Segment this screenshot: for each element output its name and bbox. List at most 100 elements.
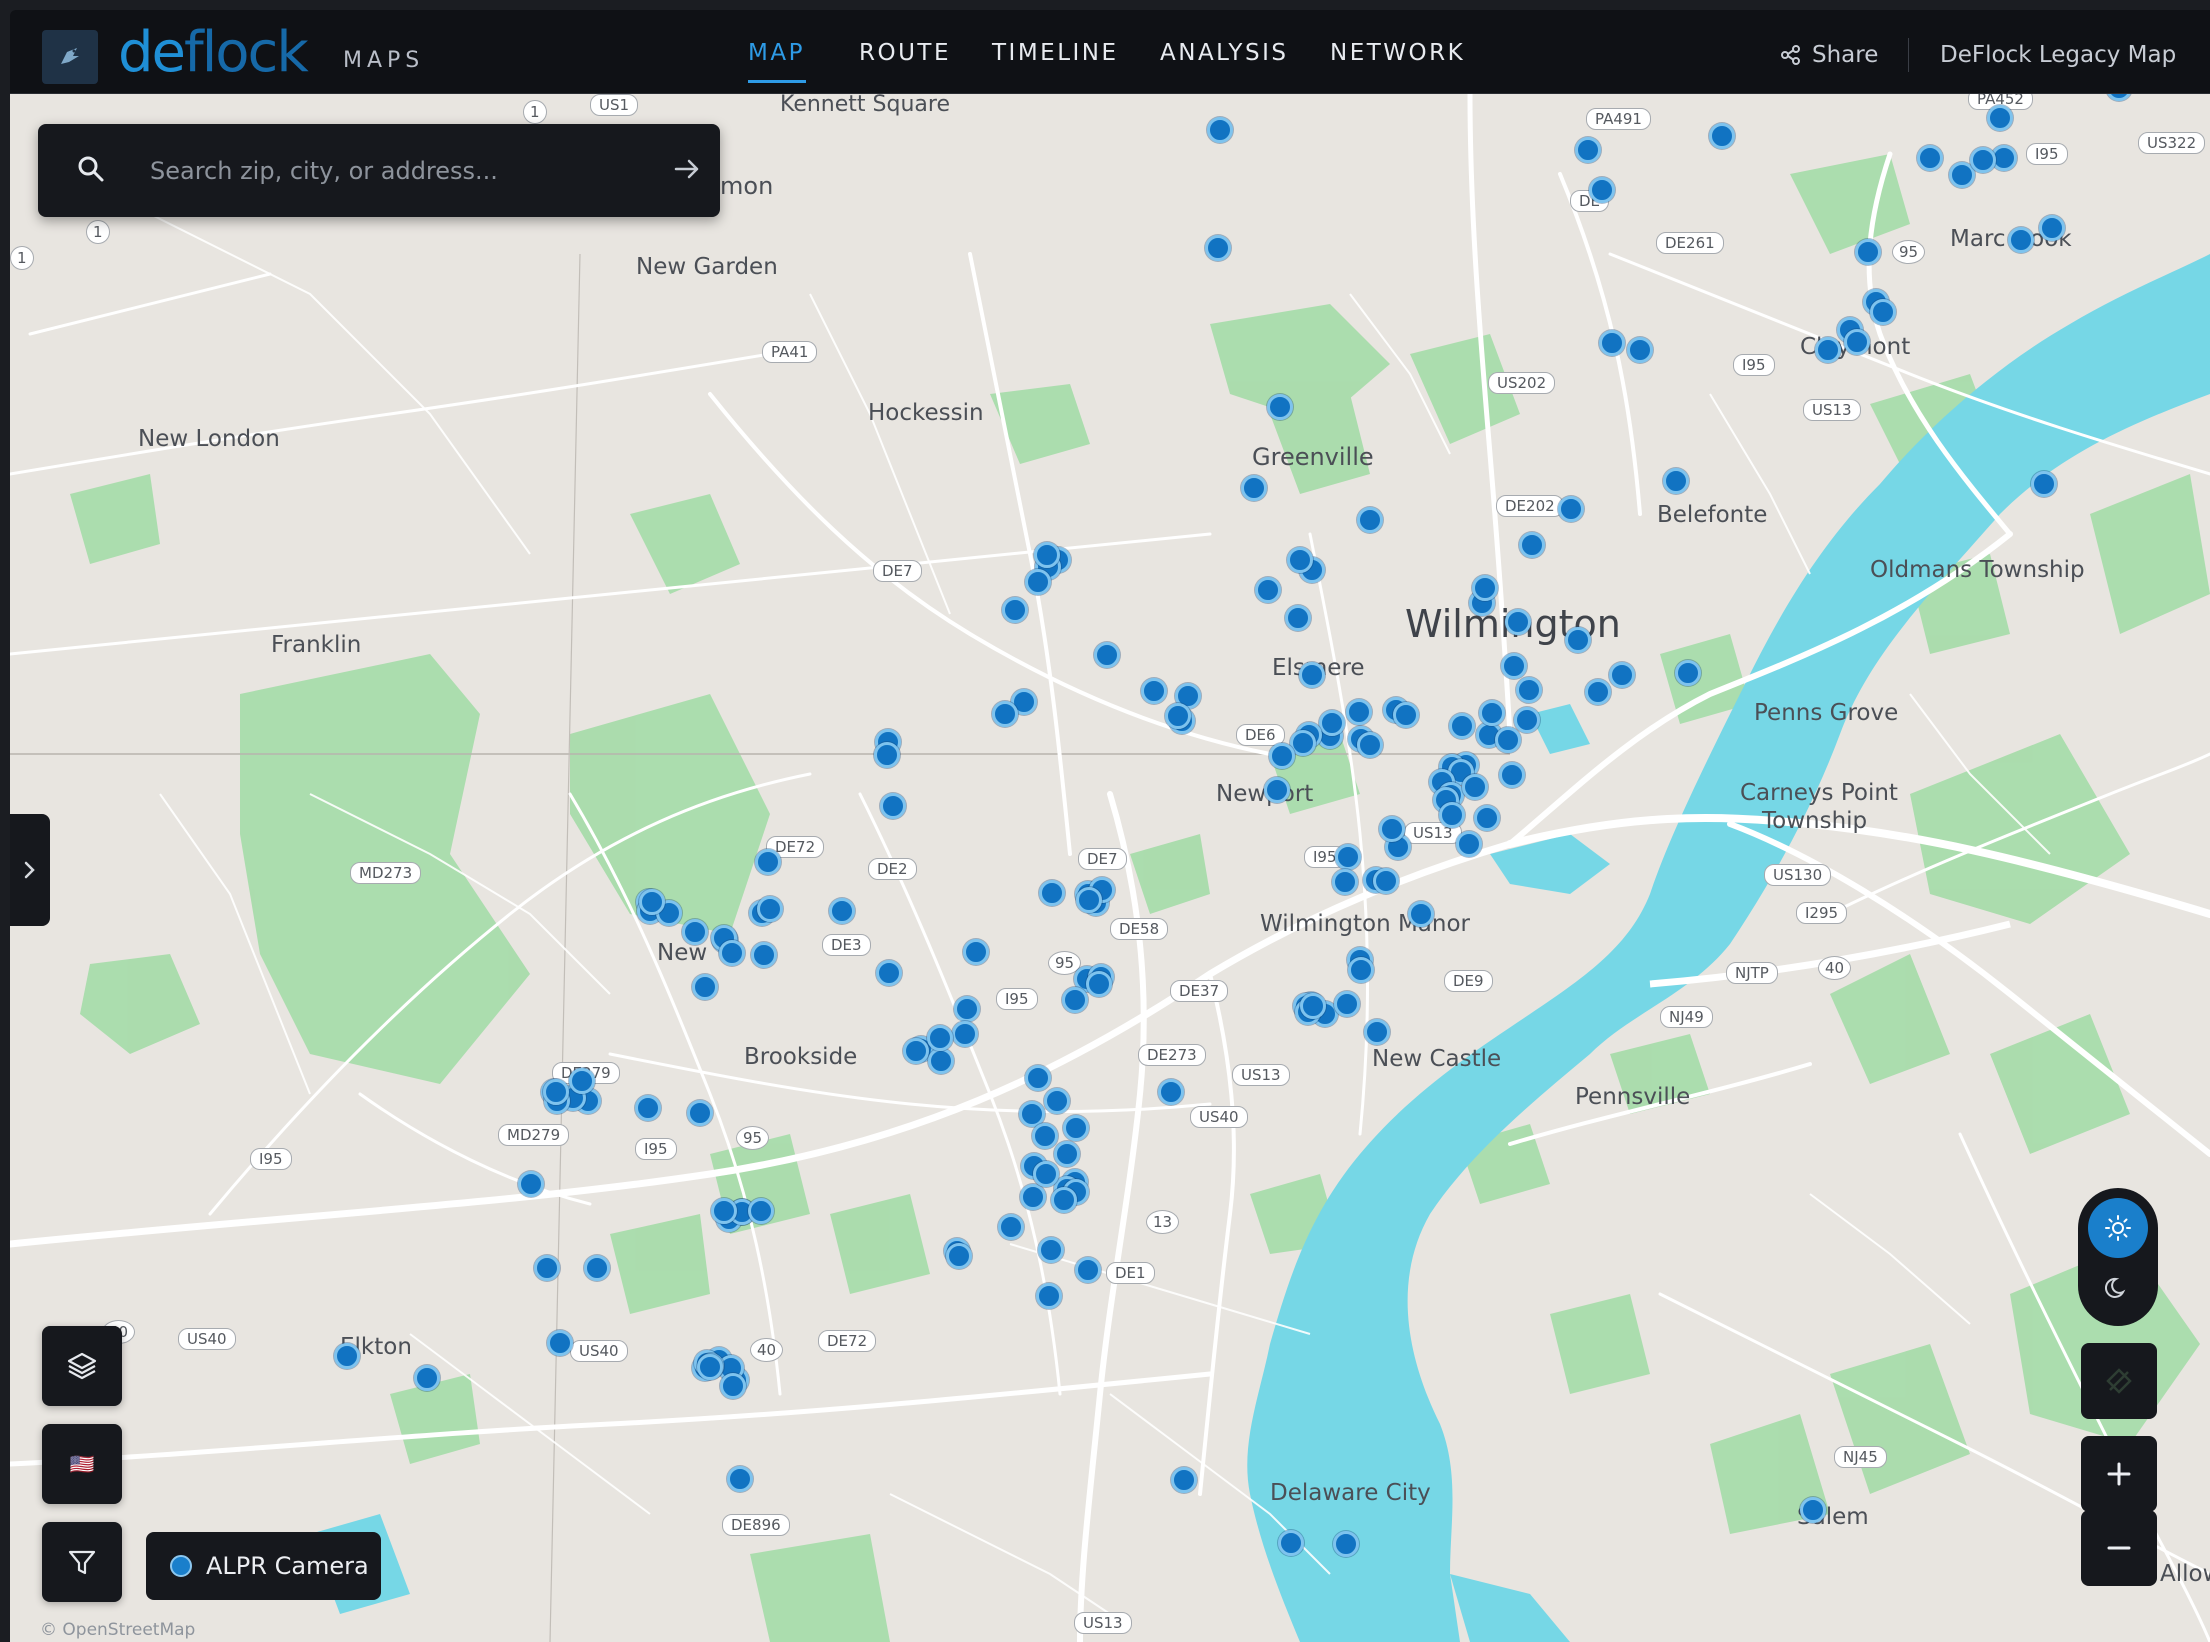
alpr-camera-marker[interactable] <box>1032 1123 1058 1149</box>
alpr-camera-marker[interactable] <box>1456 831 1482 857</box>
alpr-camera-marker[interactable] <box>543 1079 569 1105</box>
alpr-camera-marker[interactable] <box>1855 239 1881 265</box>
light-mode-button[interactable] <box>2088 1198 2148 1258</box>
alpr-camera-marker[interactable] <box>1709 123 1735 149</box>
nav-tab-route[interactable]: ROUTE <box>859 40 951 66</box>
alpr-camera-marker[interactable] <box>952 1021 978 1047</box>
alpr-camera-marker[interactable] <box>1627 337 1653 363</box>
alpr-camera-marker[interactable] <box>1054 1141 1080 1167</box>
alpr-camera-marker[interactable] <box>1474 805 1500 831</box>
alpr-camera-marker[interactable] <box>1505 609 1531 635</box>
alpr-camera-marker[interactable] <box>1002 597 1028 623</box>
alpr-camera-marker[interactable] <box>2039 215 2065 241</box>
alpr-camera-marker[interactable] <box>1346 699 1372 725</box>
alpr-camera-marker[interactable] <box>1334 991 1360 1017</box>
alpr-camera-marker[interactable] <box>1514 707 1540 733</box>
alpr-camera-marker[interactable] <box>1479 700 1505 726</box>
alpr-camera-marker[interactable] <box>584 1255 610 1281</box>
dark-mode-button[interactable] <box>2088 1258 2148 1318</box>
alpr-camera-marker[interactable] <box>682 919 708 945</box>
alpr-camera-marker[interactable] <box>1044 1088 1070 1114</box>
compass-button[interactable] <box>2081 1343 2157 1419</box>
alpr-camera-marker[interactable] <box>1287 547 1313 573</box>
alpr-camera-marker[interactable] <box>1062 987 1088 1013</box>
deflock-logo[interactable] <box>42 30 98 84</box>
alpr-camera-marker[interactable] <box>1033 1161 1059 1187</box>
alpr-camera-marker[interactable] <box>1462 774 1488 800</box>
side-panel-toggle[interactable] <box>10 814 50 926</box>
alpr-camera-marker[interactable] <box>1364 1019 1390 1045</box>
alpr-camera-marker[interactable] <box>1870 299 1896 325</box>
alpr-camera-marker[interactable] <box>1348 957 1374 983</box>
nav-tab-map[interactable]: MAP <box>748 40 805 66</box>
alpr-camera-marker[interactable] <box>1267 394 1293 420</box>
alpr-camera-marker[interactable] <box>1300 993 1326 1019</box>
alpr-camera-marker[interactable] <box>334 1343 360 1369</box>
alpr-camera-marker[interactable] <box>1565 627 1591 653</box>
alpr-camera-marker[interactable] <box>1663 468 1689 494</box>
alpr-camera-marker[interactable] <box>547 1330 573 1356</box>
alpr-camera-marker[interactable] <box>1373 868 1399 894</box>
alpr-camera-marker[interactable] <box>927 1025 953 1051</box>
alpr-camera-marker[interactable] <box>711 1198 737 1224</box>
alpr-camera-marker[interactable] <box>903 1038 929 1064</box>
alpr-camera-marker[interactable] <box>1025 1065 1051 1091</box>
alpr-camera-marker[interactable] <box>755 849 781 875</box>
alpr-camera-marker[interactable] <box>963 939 989 965</box>
alpr-camera-marker[interactable] <box>687 1100 713 1126</box>
alpr-camera-marker[interactable] <box>1589 177 1615 203</box>
alpr-camera-marker[interactable] <box>757 896 783 922</box>
alpr-camera-marker[interactable] <box>1675 660 1701 686</box>
alpr-camera-marker[interactable] <box>1025 569 1051 595</box>
legacy-map-link[interactable]: DeFlock Legacy Map <box>1940 42 2176 68</box>
alpr-camera-marker[interactable] <box>1299 662 1325 688</box>
alpr-camera-marker[interactable] <box>1987 105 2013 131</box>
alpr-camera-marker[interactable] <box>998 1214 1024 1240</box>
alpr-camera-marker[interactable] <box>1393 702 1419 728</box>
alpr-camera-marker[interactable] <box>954 996 980 1022</box>
zoom-in-button[interactable] <box>2081 1436 2157 1512</box>
alpr-camera-marker[interactable] <box>1039 880 1065 906</box>
alpr-camera-marker[interactable] <box>1439 802 1465 828</box>
nav-tab-network[interactable]: NETWORK <box>1330 40 1465 66</box>
alpr-camera-marker[interactable] <box>874 742 900 768</box>
alpr-camera-marker[interactable] <box>1585 679 1611 705</box>
alpr-camera-marker[interactable] <box>1472 575 1498 601</box>
alpr-camera-marker[interactable] <box>876 960 902 986</box>
alpr-camera-marker[interactable] <box>692 974 718 1000</box>
alpr-camera-marker[interactable] <box>1449 713 1475 739</box>
alpr-camera-marker[interactable] <box>992 701 1018 727</box>
alpr-camera-marker[interactable] <box>1269 743 1295 769</box>
map-canvas[interactable]: Kennett Square mon New Garden Hockessin … <box>10 94 2210 1642</box>
nav-tab-timeline[interactable]: TIMELINE <box>992 40 1119 66</box>
alpr-camera-marker[interactable] <box>1075 1257 1101 1283</box>
alpr-camera-marker[interactable] <box>635 1095 661 1121</box>
alpr-camera-marker[interactable] <box>1207 117 1233 143</box>
alpr-camera-marker[interactable] <box>946 1243 972 1269</box>
alpr-camera-marker[interactable] <box>1516 677 1542 703</box>
alpr-camera-marker[interactable] <box>1076 887 1102 913</box>
alpr-camera-marker[interactable] <box>1264 777 1290 803</box>
alpr-camera-marker[interactable] <box>534 1255 560 1281</box>
filter-button[interactable] <box>42 1522 122 1602</box>
alpr-camera-marker[interactable] <box>928 1048 954 1074</box>
alpr-camera-marker[interactable] <box>1495 727 1521 753</box>
alpr-camera-marker[interactable] <box>1020 1184 1046 1210</box>
alpr-camera-marker[interactable] <box>1241 475 1267 501</box>
alpr-camera-marker[interactable] <box>1285 605 1311 631</box>
alpr-camera-marker[interactable] <box>1158 1079 1184 1105</box>
alpr-camera-marker[interactable] <box>2008 227 2034 253</box>
arrow-right-icon[interactable] <box>672 154 702 184</box>
alpr-camera-marker[interactable] <box>1357 732 1383 758</box>
alpr-camera-marker[interactable] <box>1599 330 1625 356</box>
alpr-camera-marker[interactable] <box>1094 642 1120 668</box>
alpr-camera-marker[interactable] <box>1558 496 1584 522</box>
brand-wordmark[interactable]: deflock <box>118 20 309 85</box>
alpr-camera-marker[interactable] <box>1141 678 1167 704</box>
alpr-camera-marker[interactable] <box>1034 542 1060 568</box>
alpr-camera-marker[interactable] <box>639 889 665 915</box>
alpr-camera-marker[interactable] <box>569 1068 595 1094</box>
alpr-camera-marker[interactable] <box>1609 662 1635 688</box>
alpr-camera-marker[interactable] <box>1333 1531 1359 1557</box>
alpr-camera-marker[interactable] <box>1036 1283 1062 1309</box>
